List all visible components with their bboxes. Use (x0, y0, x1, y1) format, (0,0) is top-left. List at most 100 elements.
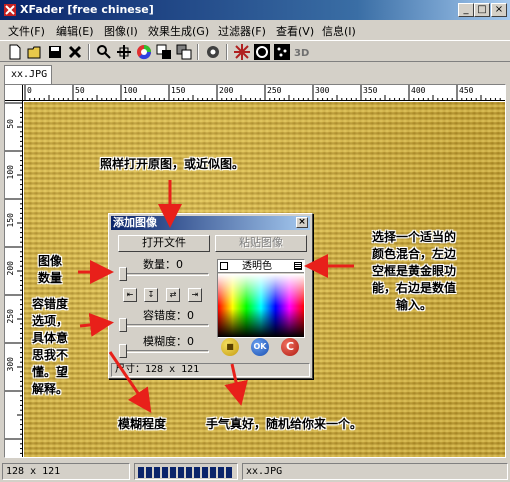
dialog-title: 添加图像 (113, 216, 157, 229)
random-dice-button[interactable]: ■ (221, 338, 239, 356)
dialog-title-bar: 添加图像 × (111, 216, 310, 230)
transparent-color-combo[interactable]: 透明色 (218, 260, 304, 273)
tolerance-slider-thumb[interactable] (119, 318, 127, 332)
ruler-label: 200 (6, 261, 15, 276)
status-bar: 128 x 121 xx.JPG (0, 461, 510, 482)
open-file-button[interactable]: 打开文件 (118, 235, 210, 252)
status-progress (134, 463, 238, 480)
add-image-dialog: 添加图像 × 打开文件 粘贴图像 数量：0 ⇤ ↧ ⇄ ⇥ 容错度：0 模糊度：… (108, 213, 313, 379)
new-icon[interactable] (6, 43, 24, 61)
horizontal-ruler: 0 50 100 150 200 250 300 350 400 450 (5, 85, 505, 101)
menu-view[interactable]: 查看(V) (276, 23, 314, 39)
star-icon[interactable] (233, 43, 251, 61)
gear-icon[interactable] (204, 43, 222, 61)
progress-block (170, 467, 176, 478)
app-icon (4, 4, 16, 16)
align-center-icon[interactable]: ⇄ (166, 288, 180, 302)
annotation-color-mix: 选择一个适当的 颜色混合，左边 空框是黄金眼功 能，右边是数值 输入。 (371, 230, 456, 312)
ruler-label: 50 (75, 86, 85, 95)
ruler-label: 350 (363, 86, 378, 95)
title-bar: XFader [free chinese] _ □ × (0, 0, 510, 20)
blur-label: 模糊度：0 (143, 335, 194, 348)
swirl-icon[interactable] (253, 43, 271, 61)
progress-block (138, 467, 144, 478)
save-icon[interactable] (46, 43, 64, 61)
toolbar-separator (197, 44, 199, 60)
minimize-button[interactable]: _ (458, 3, 474, 17)
progress-block (194, 467, 200, 478)
ruler-label: 300 (315, 86, 330, 95)
ruler-label: 250 (6, 309, 15, 324)
menu-info[interactable]: 信息(I) (322, 23, 356, 39)
annotation-image-count: 图像 数量 (38, 254, 63, 285)
progress-block (218, 467, 224, 478)
count-label: 数量：0 (143, 258, 183, 271)
progress-block (154, 467, 160, 478)
count-slider-thumb[interactable] (119, 267, 127, 281)
cancel-button[interactable]: C (281, 338, 299, 356)
progress-block (226, 467, 232, 478)
menu-file[interactable]: 文件(F) (8, 23, 45, 39)
dots-icon[interactable] (273, 43, 291, 61)
menu-edit[interactable]: 编辑(E) (56, 23, 94, 39)
svg-text:3D: 3D (294, 48, 309, 59)
ruler-label: 150 (171, 86, 186, 95)
toolbar: 3D (0, 40, 510, 62)
ruler-label: 250 (267, 86, 282, 95)
maximize-button[interactable]: □ (474, 3, 490, 17)
annotation-random: 手气真好，随机给你来一个。 (206, 417, 363, 431)
status-filename: xx.JPG (242, 463, 508, 480)
align-left-icon[interactable]: ⇤ (123, 288, 137, 302)
menu-effects[interactable]: 效果生成(G) (148, 23, 209, 39)
paste-image-button[interactable]: 粘贴图像 (215, 235, 307, 252)
count-slider-track[interactable] (119, 273, 209, 276)
dialog-size-status: 尺寸：128 x 121 (111, 363, 310, 377)
dialog-close-button[interactable]: × (296, 217, 308, 228)
color-picker[interactable]: 透明色 (217, 259, 305, 338)
tab-xx-jpg[interactable]: xx.JPG (4, 65, 52, 84)
window-title: XFader [free chinese] (20, 3, 154, 16)
progress-block (178, 467, 184, 478)
tolerance-slider-track[interactable] (119, 324, 209, 327)
annotation-tolerance: 容错度 选项， 具体意 思我不 懂。望 解释。 (32, 297, 69, 396)
progress-block (186, 467, 192, 478)
ruler-corner (5, 85, 23, 101)
status-size: 128 x 121 (2, 463, 130, 480)
ruler-label: 300 (6, 357, 15, 372)
toolbar-separator (88, 44, 90, 60)
menu-image[interactable]: 图像(I) (104, 23, 138, 39)
close-window-button[interactable]: × (491, 3, 507, 17)
crosshair-icon[interactable] (115, 43, 133, 61)
menu-filter[interactable]: 过滤器(F) (218, 23, 266, 39)
progress-block (202, 467, 208, 478)
tolerance-label: 容错度：0 (143, 309, 194, 322)
ok-button[interactable]: OK (251, 338, 269, 356)
ruler-label: 100 (123, 86, 138, 95)
annotation-open-original: 照样打开原图，或近似图。 (100, 157, 245, 171)
progress-block (162, 467, 168, 478)
layers-icon[interactable] (155, 43, 173, 61)
open-icon[interactable] (26, 43, 44, 61)
ruler-label: 450 (459, 86, 474, 95)
align-down-icon[interactable]: ↧ (144, 288, 158, 302)
align-right-icon[interactable]: ⇥ (188, 288, 202, 302)
ruler-label: 200 (219, 86, 234, 95)
transparent-swatch (220, 262, 228, 270)
transparent-label: 透明色 (242, 261, 272, 272)
color-spectrum[interactable] (218, 274, 304, 337)
blur-slider-track[interactable] (119, 350, 209, 353)
menu-bar: 文件(F) 编辑(E) 图像(I) 效果生成(G) 过滤器(F) 查看(V) 信… (0, 20, 510, 39)
annotation-blur: 模糊程度 (118, 417, 167, 431)
close-x-icon[interactable] (66, 43, 84, 61)
toolbar-separator (226, 44, 228, 60)
ruler-label: 400 (411, 86, 426, 95)
color-wheel-icon[interactable] (135, 43, 153, 61)
stack-icon[interactable] (175, 43, 193, 61)
vertical-ruler: 50 100 150 200 250 300 (5, 101, 23, 457)
list-icon[interactable] (294, 262, 302, 270)
tab-strip: xx.JPG (0, 63, 510, 84)
progress-block (146, 467, 152, 478)
3d-icon[interactable]: 3D (293, 43, 311, 61)
blur-slider-thumb[interactable] (119, 344, 127, 358)
magnify-icon[interactable] (95, 43, 113, 61)
